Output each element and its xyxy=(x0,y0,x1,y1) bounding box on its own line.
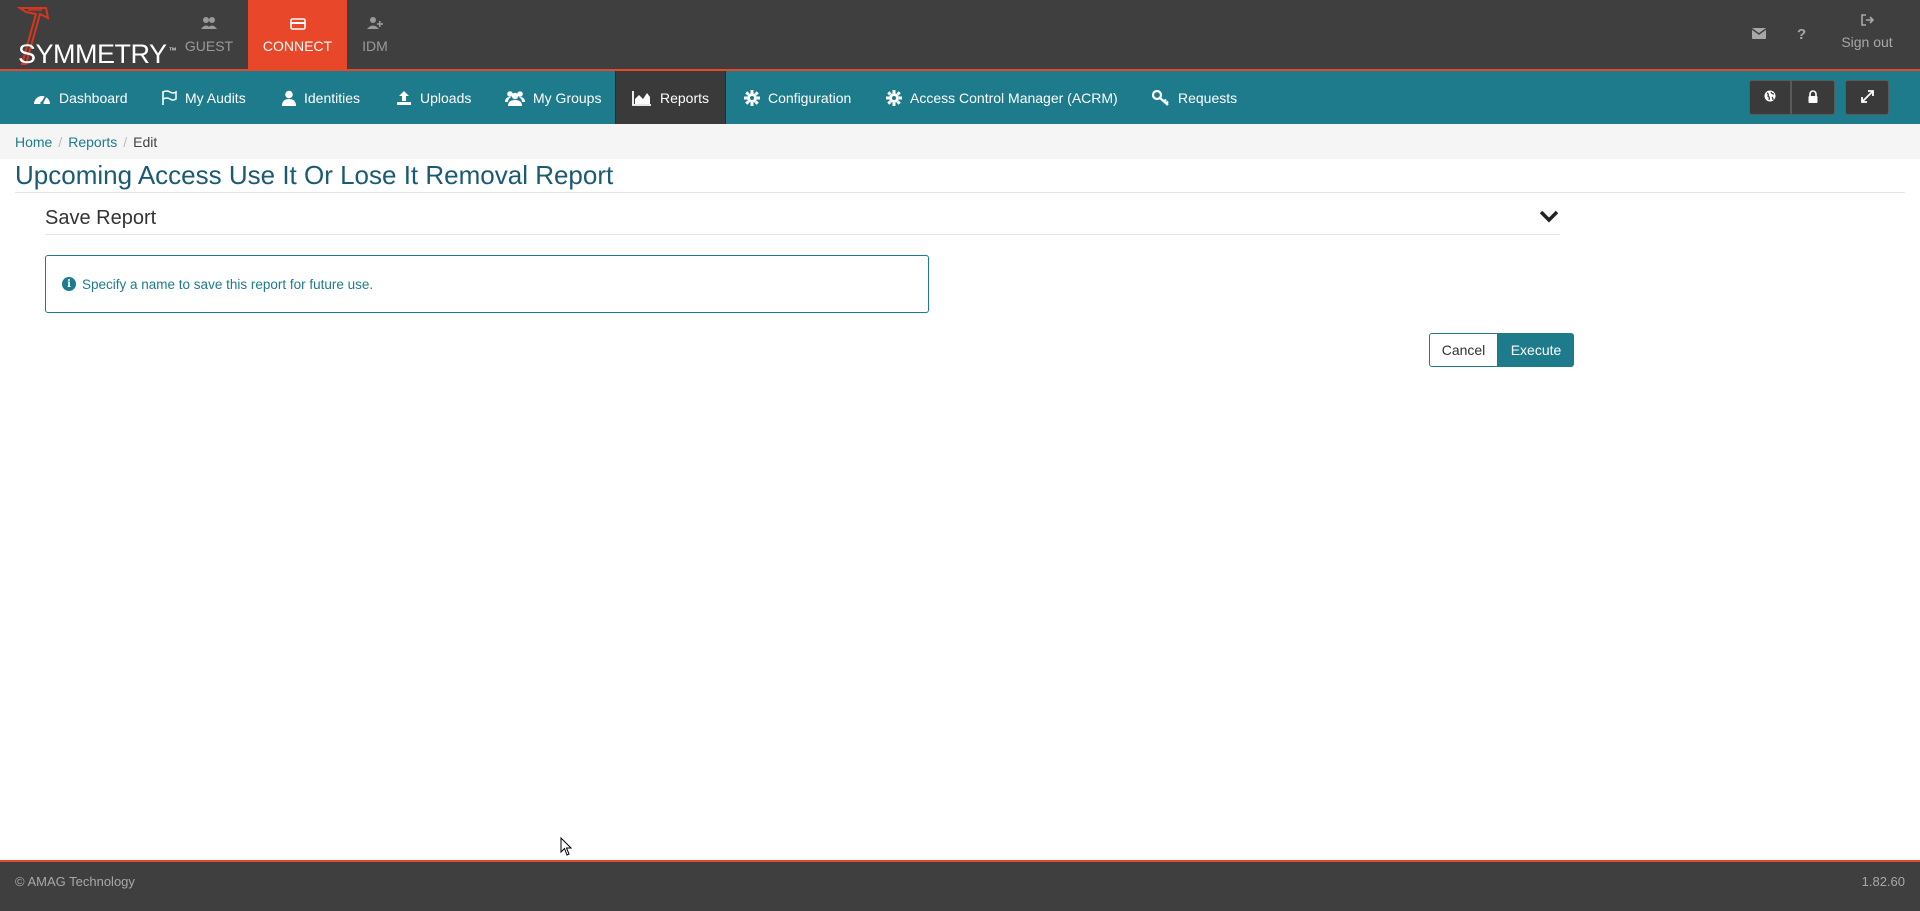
nav-label: Access Control Manager (ACRM) xyxy=(910,89,1118,106)
title-divider xyxy=(15,192,1905,193)
breadcrumb-separator: / xyxy=(123,133,128,150)
users-icon xyxy=(505,90,525,106)
main-nav: Dashboard My Audits Identities Uploads M… xyxy=(0,71,1920,124)
upload-icon xyxy=(396,90,412,106)
nav-label: Reports xyxy=(660,89,710,106)
execute-button[interactable]: Execute xyxy=(1498,333,1574,367)
lock-button[interactable] xyxy=(1791,80,1835,115)
help-icon[interactable]: ? xyxy=(1797,26,1806,43)
app-tab-label: CONNECT xyxy=(262,37,333,54)
user-add-icon xyxy=(367,16,383,34)
nav-label: Identities xyxy=(304,89,361,106)
footer-copyright: © AMAG Technology xyxy=(15,874,135,889)
expand-icon xyxy=(1860,89,1874,106)
nav-label: Configuration xyxy=(768,89,852,106)
app-tab-idm[interactable]: IDM xyxy=(352,0,398,69)
app-tab-label: GUEST xyxy=(184,37,234,54)
nav-item-dashboard[interactable]: Dashboard xyxy=(33,71,128,124)
symmetry-logo[interactable]: SYMMETRY ™ xyxy=(6,6,177,69)
cancel-button[interactable]: Cancel xyxy=(1429,333,1498,367)
nav-item-my-groups[interactable]: My Groups xyxy=(505,71,601,124)
fullscreen-button[interactable] xyxy=(1845,80,1889,115)
nav-label: Requests xyxy=(1178,89,1238,106)
lock-icon xyxy=(1808,89,1818,106)
footer: © AMAG Technology 1.82.60 xyxy=(0,860,1920,911)
breadcrumb-reports[interactable]: Reports xyxy=(68,134,117,150)
area-chart-icon xyxy=(632,90,652,106)
nav-label: My Groups xyxy=(533,89,602,106)
card-icon xyxy=(289,16,306,34)
key-icon xyxy=(1152,89,1170,106)
nav-label: Dashboard xyxy=(59,89,128,106)
sign-out-label: Sign out xyxy=(1841,34,1893,50)
gear-icon xyxy=(744,89,760,106)
info-alert: i Specify a name to save this report for… xyxy=(45,255,929,313)
mail-icon[interactable] xyxy=(1751,26,1767,43)
user-icon xyxy=(282,90,296,106)
footer-version: 1.82.60 xyxy=(1861,874,1905,889)
section-title: Save Report xyxy=(45,207,157,229)
dashboard-icon xyxy=(33,91,51,105)
nav-item-uploads[interactable]: Uploads xyxy=(396,71,471,124)
app-tab-label: IDM xyxy=(362,37,388,54)
nav-item-identities[interactable]: Identities xyxy=(282,71,360,124)
nav-label: My Audits xyxy=(185,89,246,106)
breadcrumb-separator: / xyxy=(58,133,63,150)
sign-out-button[interactable]: Sign out xyxy=(1832,14,1902,50)
nav-label: Uploads xyxy=(420,89,472,106)
nav-item-requests[interactable]: Requests xyxy=(1152,71,1237,124)
flag-icon xyxy=(161,89,177,106)
gear-icon xyxy=(886,89,902,106)
nav-item-configuration[interactable]: Configuration xyxy=(744,71,851,124)
top-header: SYMMETRY ™ GUEST CONNECT IDM ? Sign out xyxy=(0,0,1920,71)
nav-item-reports[interactable]: Reports xyxy=(615,71,727,124)
mouse-cursor-icon xyxy=(560,837,573,856)
info-icon: i xyxy=(62,277,76,291)
breadcrumb-current: Edit xyxy=(133,133,158,150)
breadcrumb: Home / Reports / Edit xyxy=(0,124,1920,159)
users-icon xyxy=(201,16,217,34)
breadcrumb-home[interactable]: Home xyxy=(15,134,52,150)
nav-item-my-audits[interactable]: My Audits xyxy=(161,71,246,124)
sign-out-icon xyxy=(1860,14,1874,30)
chevron-down-icon[interactable] xyxy=(1538,205,1560,227)
app-tab-connect[interactable]: CONNECT xyxy=(248,0,347,69)
save-report-header[interactable]: Save Report xyxy=(45,203,1560,235)
page-title: Upcoming Access Use It Or Lose It Remova… xyxy=(15,160,614,190)
language-button[interactable] xyxy=(1749,80,1791,115)
nav-item-acrm[interactable]: Access Control Manager (ACRM) xyxy=(886,71,1118,124)
app-tab-guest[interactable]: GUEST xyxy=(178,0,240,69)
info-message: Specify a name to save this report for f… xyxy=(82,276,374,292)
logo-text: SYMMETRY ™ xyxy=(18,39,177,69)
globe-icon xyxy=(1764,90,1776,105)
